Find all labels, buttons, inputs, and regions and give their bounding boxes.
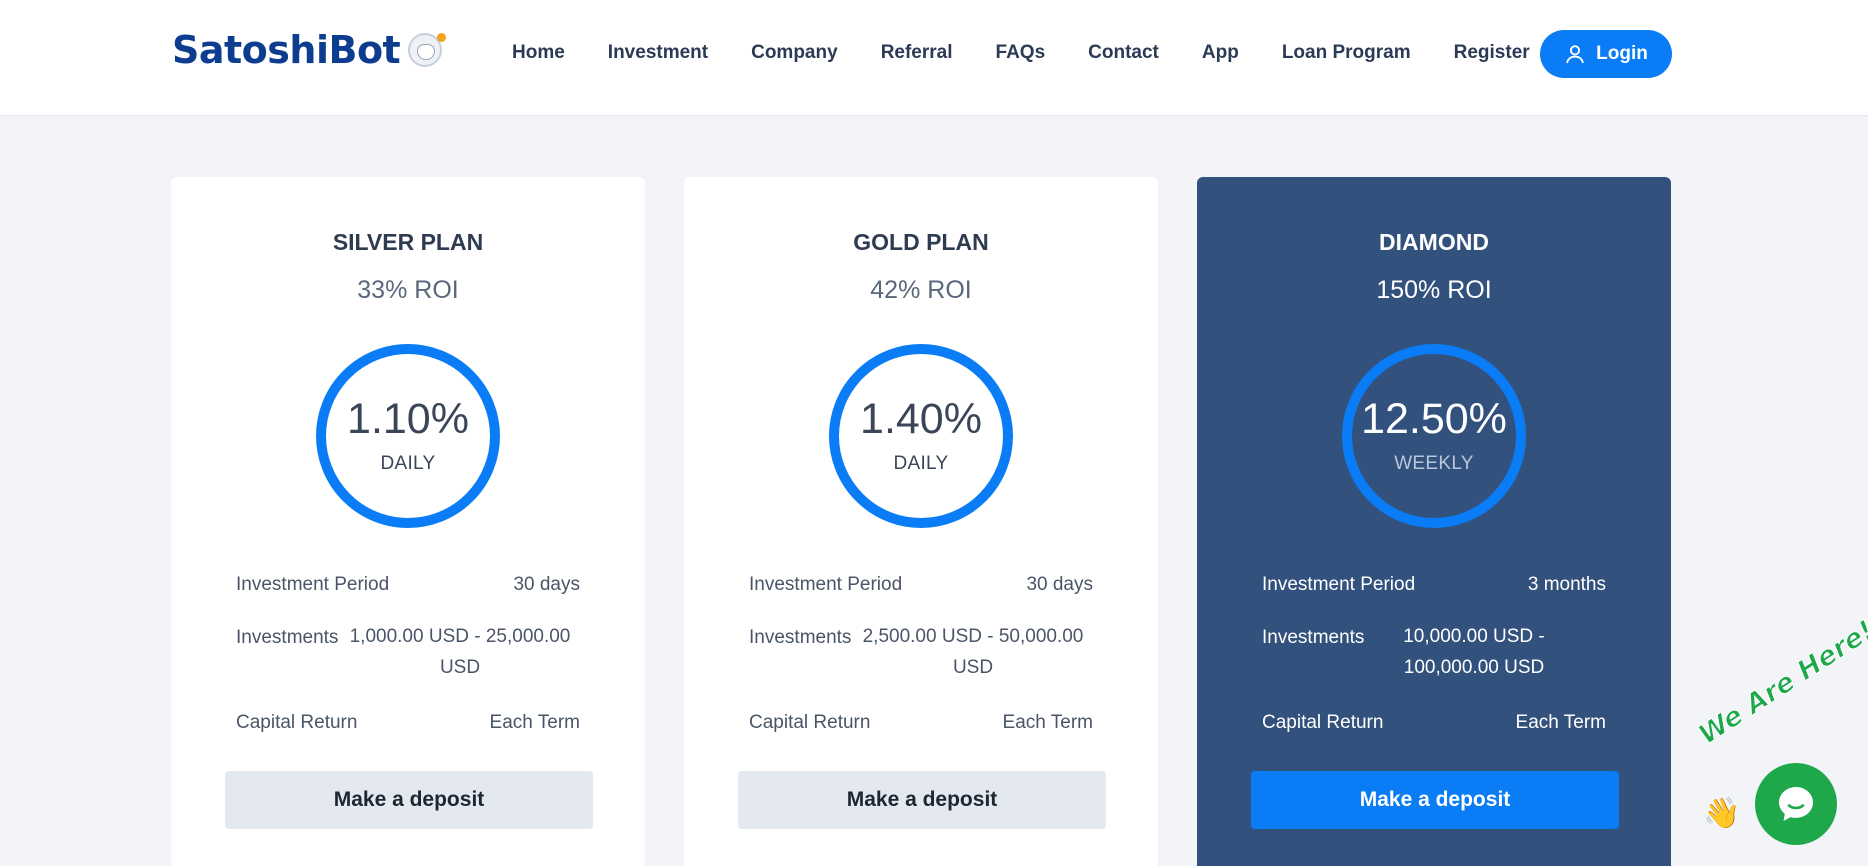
plan-card-diamond: DIAMOND 150% ROI 12.50% WEEKLY Investmen… bbox=[1197, 177, 1671, 866]
login-button[interactable]: Login bbox=[1540, 30, 1672, 78]
make-deposit-button[interactable]: Make a deposit bbox=[225, 771, 593, 829]
plan-roi: 33% ROI bbox=[357, 276, 459, 304]
make-deposit-button[interactable]: Make a deposit bbox=[738, 771, 1106, 829]
nav-loan-program[interactable]: Loan Program bbox=[1282, 42, 1411, 64]
investments-range: 2,500.00 USD - 50,000.00 USD bbox=[862, 626, 1084, 678]
capital-return-value: Each Term bbox=[489, 712, 580, 733]
capital-return-label: Capital Return bbox=[236, 712, 358, 733]
main-nav: Home Investment Company Referral FAQs Co… bbox=[512, 0, 1530, 106]
plan-card-silver: SILVER PLAN 33% ROI 1.10% DAILY Investme… bbox=[171, 177, 645, 866]
site-header: SatoshiBot Home Investment Company Refer… bbox=[0, 0, 1868, 116]
investment-period-label: Investment Period bbox=[236, 574, 390, 595]
investment-period-label: Investment Period bbox=[749, 574, 903, 595]
plan-rate: 1.40% bbox=[860, 395, 982, 443]
make-deposit-button[interactable]: Make a deposit bbox=[1251, 771, 1619, 829]
plan-period: DAILY bbox=[380, 453, 436, 474]
investment-period-value: 30 days bbox=[513, 574, 580, 595]
plan-title: GOLD PLAN bbox=[853, 229, 989, 255]
chat-launcher-button[interactable] bbox=[1755, 763, 1837, 845]
plan-roi: 42% ROI bbox=[870, 276, 972, 304]
plan-card-gold: GOLD PLAN 42% ROI 1.40% DAILY Investment… bbox=[684, 177, 1158, 866]
user-icon bbox=[1566, 45, 1584, 64]
nav-register[interactable]: Register bbox=[1454, 42, 1530, 64]
brand-name: SatoshiBot bbox=[172, 28, 401, 72]
investments-label: Investments bbox=[236, 627, 339, 648]
nav-company[interactable]: Company bbox=[751, 42, 838, 64]
nav-app[interactable]: App bbox=[1202, 42, 1239, 64]
brand-logo[interactable]: SatoshiBot bbox=[172, 28, 447, 72]
nav-home[interactable]: Home bbox=[512, 42, 565, 64]
chat-badge-text: We Are Here! bbox=[1693, 614, 1868, 751]
plan-roi: 150% ROI bbox=[1376, 276, 1492, 304]
plan-rate: 12.50% bbox=[1361, 395, 1507, 443]
investment-period-value: 30 days bbox=[1026, 574, 1093, 595]
investments-range: 10,000.00 USD - 100,000.00 USD bbox=[1403, 626, 1545, 678]
nav-faqs[interactable]: FAQs bbox=[996, 42, 1046, 64]
plan-rate: 1.10% bbox=[347, 395, 469, 443]
chat-bubble-icon bbox=[1779, 787, 1813, 821]
investment-period-label: Investment Period bbox=[1262, 574, 1416, 595]
capital-return-label: Capital Return bbox=[749, 712, 871, 733]
capital-return-value: Each Term bbox=[1515, 712, 1606, 733]
capital-return-value: Each Term bbox=[1002, 712, 1093, 733]
investments-label: Investments bbox=[1262, 627, 1365, 648]
investments-label: Investments bbox=[749, 627, 852, 648]
waving-hand-icon: 👋 bbox=[1703, 797, 1741, 830]
capital-return-label: Capital Return bbox=[1262, 712, 1384, 733]
plan-period: WEEKLY bbox=[1394, 453, 1474, 474]
investments-range: 1,000.00 USD - 25,000.00 USD bbox=[349, 626, 571, 678]
login-label: Login bbox=[1596, 43, 1648, 64]
plan-period: DAILY bbox=[893, 453, 949, 474]
investment-period-value: 3 months bbox=[1527, 574, 1606, 595]
nav-contact[interactable]: Contact bbox=[1088, 42, 1159, 64]
anonymous-mask-mascot-icon bbox=[408, 33, 447, 67]
nav-referral[interactable]: Referral bbox=[881, 42, 953, 64]
plan-title: SILVER PLAN bbox=[332, 229, 484, 255]
plan-title: DIAMOND bbox=[1379, 229, 1489, 255]
nav-investment[interactable]: Investment bbox=[608, 42, 708, 64]
